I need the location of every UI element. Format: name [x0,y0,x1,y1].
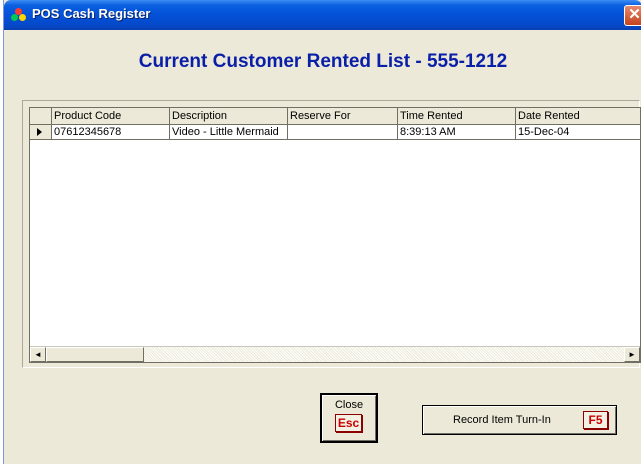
cell-reserve-for[interactable] [288,125,398,139]
column-header-time-rented[interactable]: Time Rented [398,108,516,124]
current-row-arrow-icon [37,128,42,136]
column-header-date-rented[interactable]: Date Rented [516,108,640,124]
scroll-right-arrow-icon[interactable]: ► [624,347,640,362]
window-title: POS Cash Register [32,6,151,21]
esc-key-icon: Esc [335,414,362,432]
page-title: Current Customer Rented List - 555-1212 [138,51,508,72]
close-button[interactable]: Close Esc [320,393,378,443]
rented-items-grid[interactable]: Product Code Description Reserve For Tim… [29,107,641,363]
title-bar[interactable]: POS Cash Register ✕ [4,0,641,30]
close-button-label: Close [334,399,364,411]
record-item-turn-in-label: Record Item Turn-In [453,414,551,426]
row-indicator[interactable] [30,125,52,139]
table-row[interactable]: 07612345678 Video - Little Mermaid 8:39:… [30,125,640,140]
grid-header: Product Code Description Reserve For Tim… [30,108,640,125]
scroll-left-arrow-icon[interactable]: ◄ [30,347,46,362]
column-header-reserve-for[interactable]: Reserve For [288,108,398,124]
window-close-button[interactable]: ✕ [624,5,641,26]
header-indicator [30,108,52,124]
cell-date-rented[interactable]: 15-Dec-04 [516,125,640,139]
column-header-description[interactable]: Description [170,108,288,124]
scrollbar-thumb[interactable] [46,347,144,362]
app-icon [11,8,27,22]
cell-description[interactable]: Video - Little Mermaid [170,125,288,139]
pos-window: POS Cash Register ✕ Current Customer Ren… [3,0,641,464]
cell-time-rented[interactable]: 8:39:13 AM [398,125,516,139]
cell-product-code[interactable]: 07612345678 [52,125,170,139]
column-header-product-code[interactable]: Product Code [52,108,170,124]
record-item-turn-in-button[interactable]: Record Item Turn-In F5 [422,405,617,435]
horizontal-scrollbar[interactable]: ◄ ► [30,346,640,362]
f5-key-icon: F5 [583,411,608,429]
